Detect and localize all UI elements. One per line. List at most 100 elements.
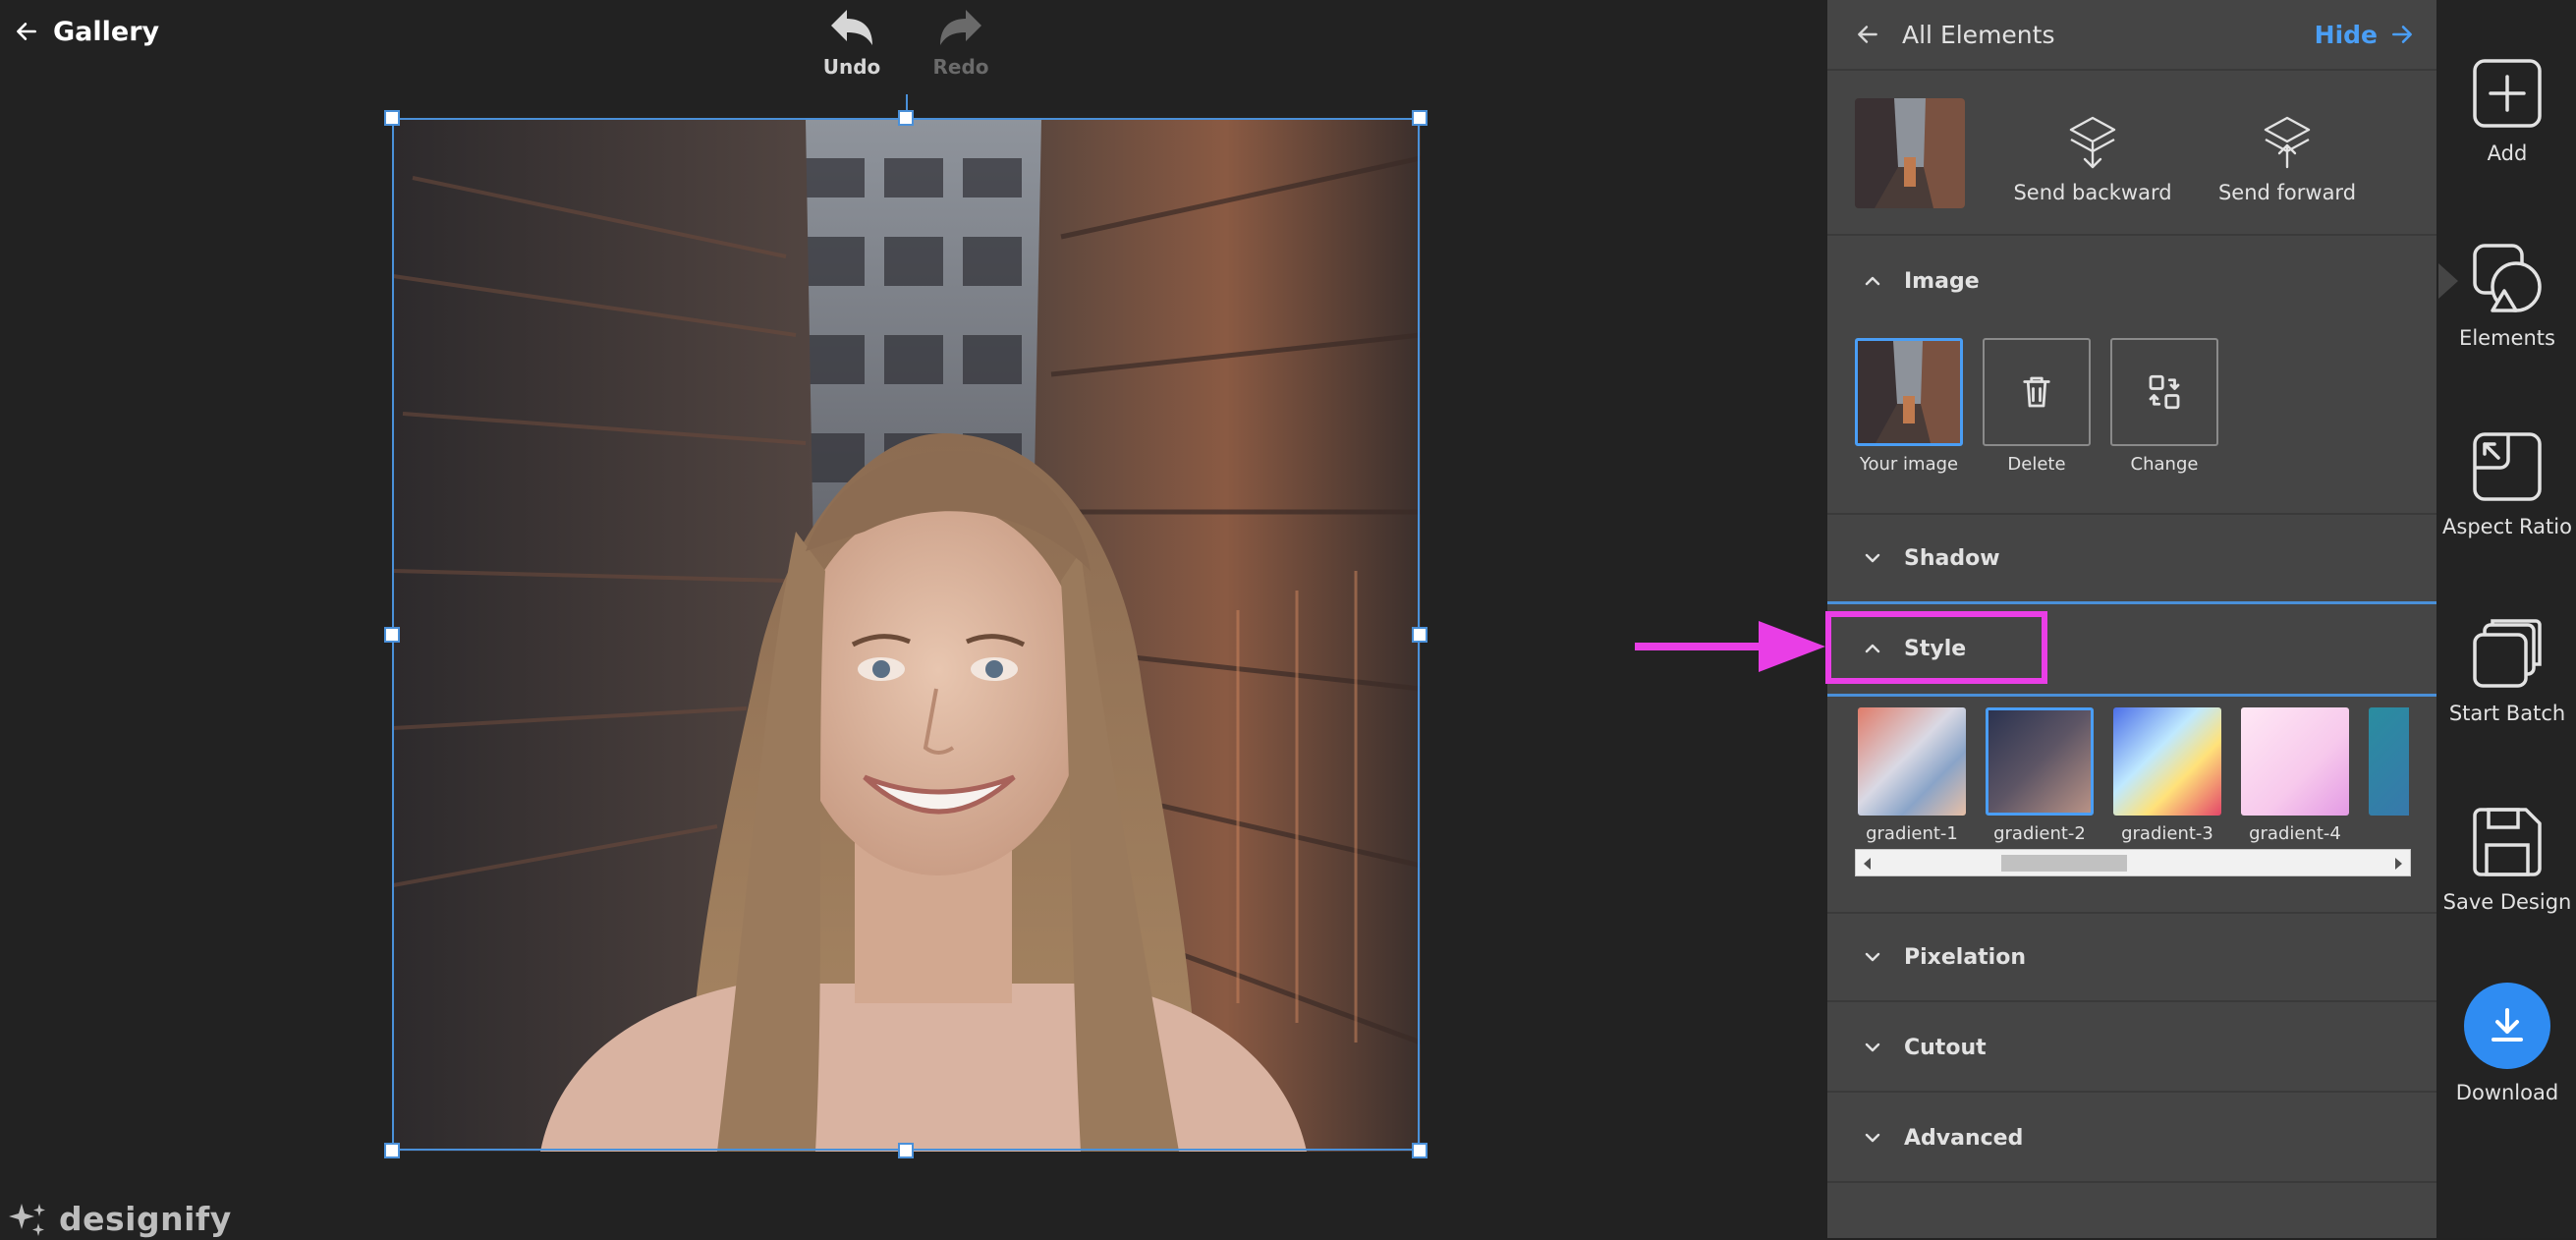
properties-panel: All Elements Hide Send backward Send for… <box>1827 0 2436 1238</box>
redo-label: Redo <box>932 55 989 79</box>
resize-handle-bottom-right[interactable] <box>1412 1143 1428 1158</box>
gradient-5-swatch[interactable] <box>2369 707 2409 816</box>
aspect-ratio-icon <box>2473 432 2542 501</box>
resize-handle-right[interactable] <box>1412 627 1428 643</box>
save-design-tool[interactable]: Save Design <box>2438 806 2576 914</box>
panel-title: All Elements <box>1902 20 2055 49</box>
scroll-thumb[interactable] <box>2001 855 2127 872</box>
add-tool[interactable]: Add <box>2438 57 2576 165</box>
add-label: Add <box>2487 141 2528 165</box>
start-batch-label: Start Batch <box>2448 702 2566 725</box>
section-advanced-label: Advanced <box>1904 1125 2024 1151</box>
change-tile[interactable] <box>2110 338 2218 446</box>
gradient-3-label: gradient-3 <box>2121 823 2213 844</box>
download-button-circle[interactable] <box>2464 983 2550 1069</box>
start-batch-tool[interactable]: Start Batch <box>2438 617 2576 725</box>
divider <box>1827 1000 2436 1002</box>
chevron-down-icon <box>1865 1133 1880 1143</box>
gradient-5-label: gra <box>2359 823 2409 844</box>
hide-label: Hide <box>2314 20 2378 49</box>
section-image-label: Image <box>1904 268 1980 294</box>
back-label: Gallery <box>53 16 160 47</box>
download-label: Download <box>2455 1081 2559 1104</box>
gradient-1-label: gradient-1 <box>1866 823 1958 844</box>
download-icon <box>2492 1008 2523 1042</box>
section-shadow-label: Shadow <box>1904 545 2000 571</box>
section-style-header[interactable]: Style <box>1827 605 2436 692</box>
delete-tile[interactable] <box>1983 338 2091 446</box>
plus-square-icon <box>2473 59 2542 128</box>
brand-name: designify <box>59 1199 232 1238</box>
alley-portrait-illustration <box>393 119 1421 1152</box>
scroll-right-arrow[interactable] <box>2395 858 2402 870</box>
section-cutout-header[interactable]: Cutout <box>1827 1004 2436 1091</box>
section-advanced-header[interactable]: Advanced <box>1827 1095 2436 1181</box>
download-tool[interactable]: Download <box>2438 983 2576 1104</box>
section-pixelation-label: Pixelation <box>1904 944 2026 970</box>
send-forward-button[interactable]: Send forward <box>2189 114 2385 204</box>
aspect-ratio-label: Aspect Ratio <box>2442 515 2572 538</box>
shapes-icon <box>2473 244 2542 312</box>
save-design-label: Save Design <box>2442 890 2572 914</box>
sparkle-icon <box>9 1204 45 1236</box>
elements-tool[interactable]: Elements <box>2438 242 2576 350</box>
annotation-arrow <box>1635 621 1825 672</box>
floppy-icon <box>2473 808 2542 876</box>
scroll-left-arrow[interactable] <box>1864 858 1871 870</box>
gradient-1-swatch[interactable] <box>1858 707 1966 816</box>
send-backward-button[interactable]: Send backward <box>1994 114 2191 204</box>
resize-handle-top-left[interactable] <box>384 110 400 126</box>
image-thumbnail <box>1858 341 1960 443</box>
chevron-down-icon <box>1865 553 1880 563</box>
undo-label: Undo <box>822 55 881 79</box>
stack-icon <box>2473 619 2542 688</box>
arrow-left-icon[interactable] <box>1855 22 1880 47</box>
section-style-label: Style <box>1904 636 1967 661</box>
divider <box>1827 1091 2436 1093</box>
gradient-2-label: gradient-2 <box>1993 823 2086 844</box>
divider <box>1827 1181 2436 1183</box>
chevron-down-icon <box>1865 1043 1880 1052</box>
send-forward-label: Send forward <box>2217 181 2357 204</box>
style-gradient-strip[interactable]: gradient-1 gradient-2 gradient-3 gradien… <box>1855 704 2409 857</box>
change-label: Change <box>2130 454 2199 475</box>
divider-highlight <box>1827 694 2436 697</box>
gradient-2-swatch[interactable] <box>1986 707 2094 816</box>
your-image-tile[interactable] <box>1855 338 1963 446</box>
resize-handle-left[interactable] <box>384 627 400 643</box>
style-horizontal-scrollbar[interactable] <box>1855 849 2411 876</box>
resize-handle-bottom-left[interactable] <box>384 1143 400 1158</box>
thumbnail-image <box>1855 98 1965 208</box>
divider-highlight <box>1827 601 2436 604</box>
gradient-4-swatch[interactable] <box>2241 707 2349 816</box>
layer-thumbnail[interactable] <box>1855 98 1965 208</box>
resize-handle-bottom[interactable] <box>898 1143 914 1158</box>
chevron-up-icon <box>1865 644 1880 653</box>
panel-header: All Elements Hide <box>1827 0 2436 71</box>
gradient-3-swatch[interactable] <box>2113 707 2221 816</box>
send-forward-icon <box>2264 116 2311 169</box>
section-pixelation-header[interactable]: Pixelation <box>1827 914 2436 1000</box>
section-shadow-header[interactable]: Shadow <box>1827 515 2436 601</box>
resize-handle-top-right[interactable] <box>1412 110 1428 126</box>
section-cutout-label: Cutout <box>1904 1035 1987 1060</box>
chevron-up-icon <box>1865 276 1880 286</box>
trash-icon <box>2023 376 2050 408</box>
arrow-right-icon <box>2392 26 2412 43</box>
your-image-label: Your image <box>1859 454 1959 475</box>
resize-handle-top[interactable] <box>898 110 914 126</box>
redo-icon <box>940 10 981 45</box>
send-backward-label: Send backward <box>2013 181 2172 204</box>
gradient-4-label: gradient-4 <box>2249 823 2341 844</box>
redo-button[interactable]: Redo <box>917 6 1005 79</box>
aspect-ratio-tool[interactable]: Aspect Ratio <box>2438 430 2576 538</box>
undo-icon <box>831 10 872 45</box>
canvas-image[interactable] <box>393 119 1421 1152</box>
hide-panel-button[interactable]: Hide <box>2315 21 2415 49</box>
delete-label: Delete <box>2007 454 2066 475</box>
undo-button[interactable]: Undo <box>808 6 896 79</box>
back-to-gallery-button[interactable]: Gallery <box>14 10 159 53</box>
layer-order-row: Send backward Send forward <box>1827 73 2436 236</box>
section-image-header[interactable]: Image <box>1827 238 2436 324</box>
send-backward-icon <box>2069 116 2116 169</box>
